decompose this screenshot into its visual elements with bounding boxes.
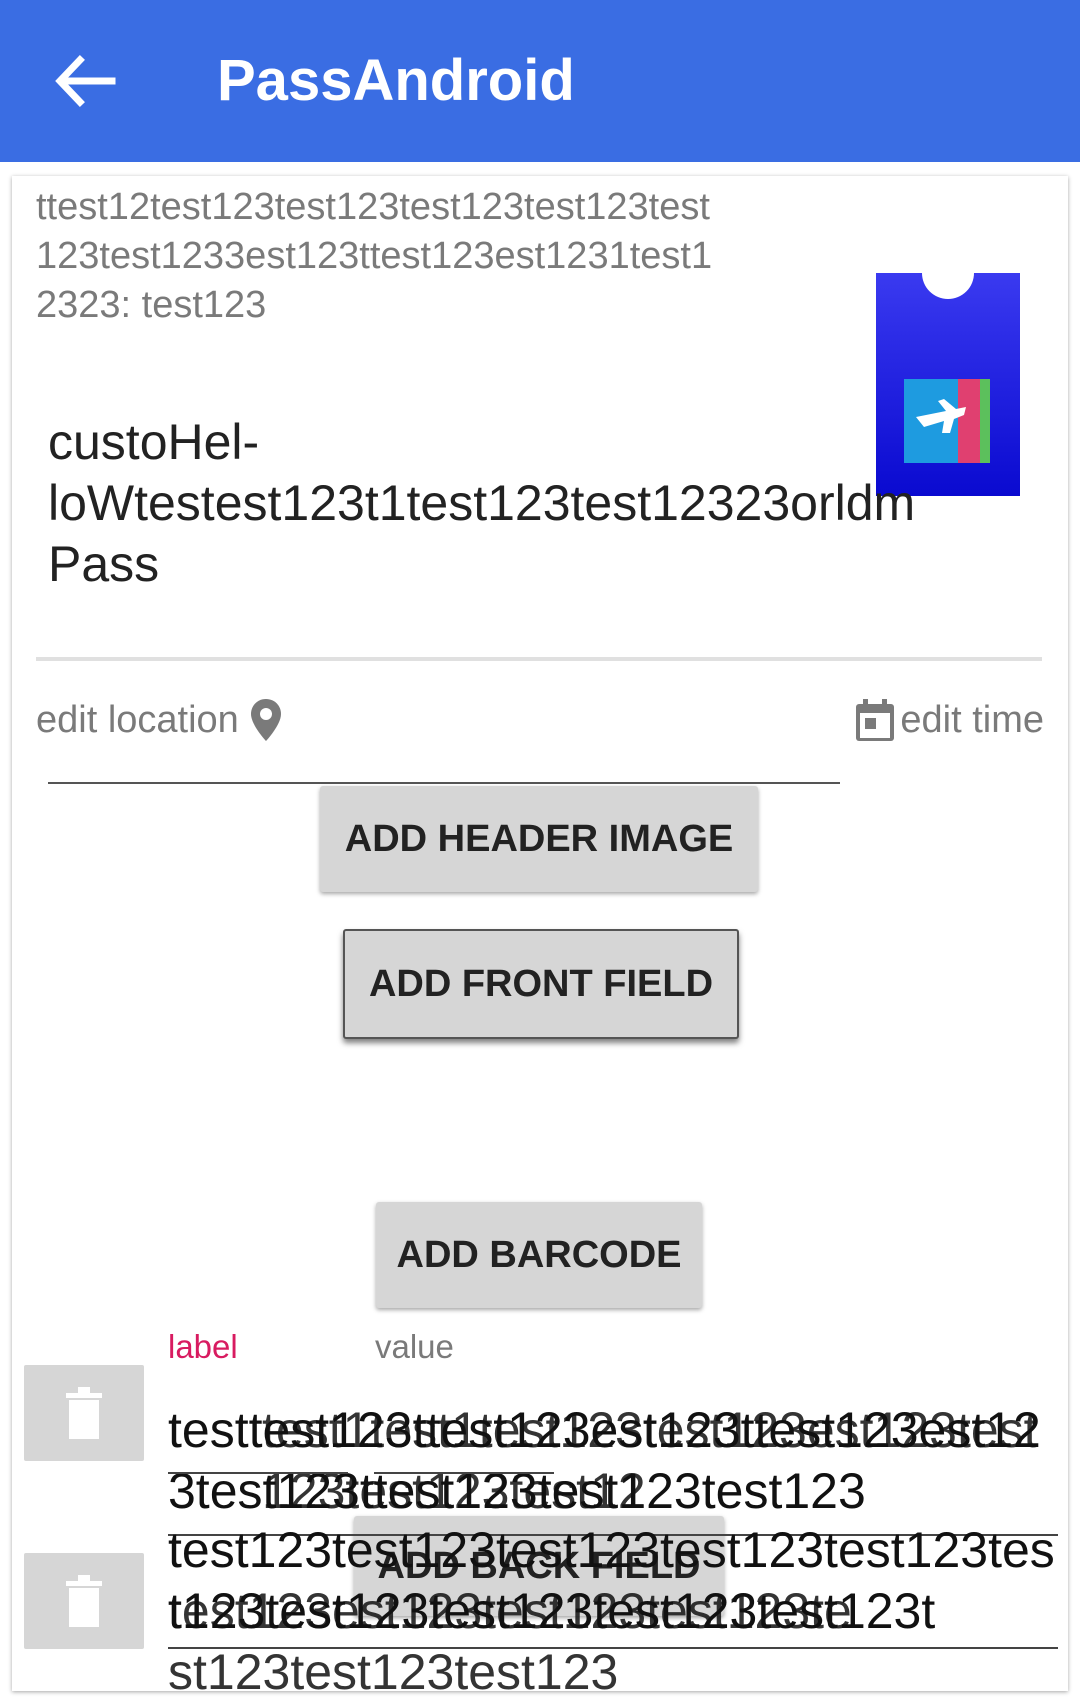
edit-location-button[interactable]: edit location	[36, 690, 283, 750]
delete-field-button[interactable]	[24, 1553, 144, 1649]
app-title: PassAndroid	[217, 48, 575, 113]
airplane-ticket-icon[interactable]	[876, 273, 1020, 496]
app-bar: PassAndroid	[0, 0, 1080, 162]
calendar-icon	[856, 699, 895, 741]
field-underline	[168, 1472, 348, 1474]
pass-description[interactable]: testtest123ttest123est123ttest123est123t…	[36, 176, 726, 330]
field-underline	[374, 1472, 554, 1474]
add-barcode-button[interactable]: ADD BARCODE	[376, 1202, 702, 1308]
delete-field-button[interactable]	[24, 1365, 144, 1461]
trash-icon	[66, 1387, 102, 1439]
field-underline	[168, 1647, 1058, 1649]
add-header-image-button[interactable]: ADD HEADER IMAGE	[320, 786, 758, 892]
field-label-header: label	[168, 1328, 238, 1365]
field-label-input[interactable]: test123est123test123test123test123test12…	[168, 1581, 868, 1691]
divider	[36, 657, 1042, 661]
edit-time-label: edit time	[900, 698, 1044, 741]
field-value-header: value	[375, 1328, 454, 1365]
location-pin-icon	[250, 699, 281, 741]
trash-icon	[66, 1575, 102, 1627]
pass-edit-card: testtest123ttest123est123ttest123est123t…	[12, 176, 1068, 1691]
edit-time-button[interactable]: edit time	[854, 690, 1044, 750]
add-front-field-button[interactable]: ADD FRONT FIELD	[343, 929, 739, 1039]
pass-name-text: custoHel-loWtestest123t1test123test12323…	[48, 414, 916, 592]
field-label-input[interactable]: test1test1test123test123est123test123tes…	[262, 1400, 1052, 1522]
edit-location-label: edit location	[36, 698, 239, 741]
arrow-left-icon[interactable]	[48, 50, 120, 112]
